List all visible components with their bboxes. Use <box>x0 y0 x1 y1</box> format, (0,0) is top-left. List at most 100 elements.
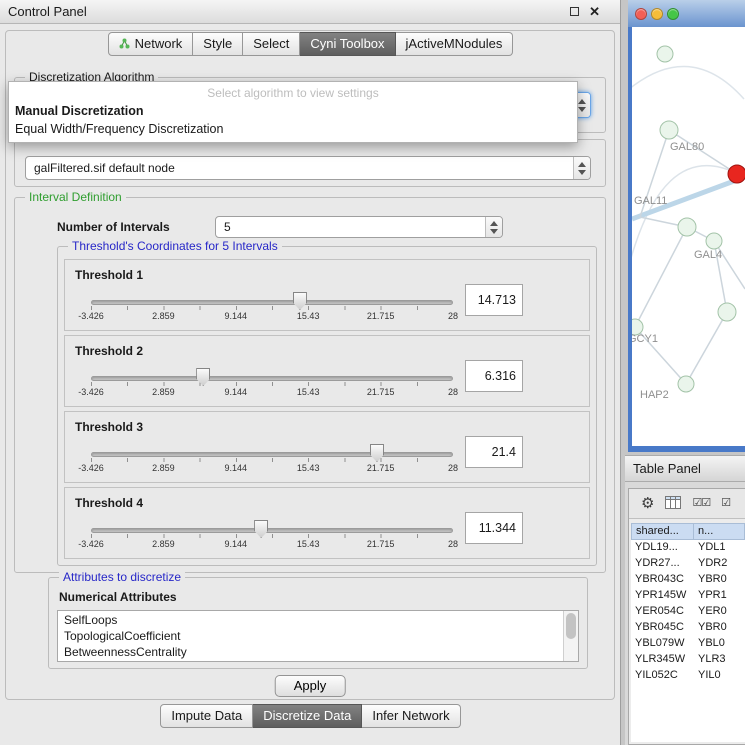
threshold-slider[interactable]: -3.4262.8599.14415.4321.71528 <box>91 440 453 480</box>
table-row[interactable]: YBR045C YBR0 <box>631 620 745 636</box>
combo-text: galFiltered.sif default node <box>26 161 573 175</box>
scale-label: 28 <box>448 463 458 473</box>
algorithm-option[interactable]: Equal Width/Frequency Discretization <box>9 120 577 138</box>
close-button[interactable] <box>635 8 647 20</box>
table-row[interactable]: YIL052C YIL0 <box>631 668 745 684</box>
network-node-selected[interactable] <box>728 165 745 183</box>
threshold-value: 21.4 <box>466 445 522 459</box>
close-button[interactable]: ✕ <box>589 5 600 18</box>
dropdown-placeholder: Select algorithm to view settings <box>9 82 577 102</box>
bottom-tab[interactable]: Discretize Data <box>253 704 362 728</box>
tab-label: Discretize Data <box>263 708 351 723</box>
network-node[interactable] <box>657 46 673 62</box>
threshold-value-field[interactable]: 14.713 <box>465 284 523 316</box>
threshold-slider[interactable]: -3.4262.8599.14415.4321.71528 <box>91 364 453 404</box>
network-node-label: GAL4 <box>694 249 722 261</box>
attribute-items: SelfLoopsTopologicalCoefficientBetweenne… <box>58 612 563 660</box>
combo-text: 5 <box>216 220 485 234</box>
table-cell-shared-name: YDL19... <box>631 540 694 556</box>
tab[interactable]: Network <box>108 32 194 56</box>
select-all-icon[interactable]: ☑☑ <box>692 498 710 509</box>
screen: Control Panel ✕ Network Style Select Cyn… <box>0 0 745 745</box>
threshold-value-field[interactable]: 6.316 <box>465 360 523 392</box>
tab-label: Infer Network <box>372 708 449 723</box>
tab[interactable]: Style <box>193 32 243 56</box>
threshold-slider[interactable]: -3.4262.8599.14415.4321.71528 <box>91 288 453 328</box>
network-node[interactable] <box>706 233 722 249</box>
tab[interactable]: Select <box>243 32 300 56</box>
combo-stepper[interactable] <box>573 157 590 179</box>
table-cell-name: YBR0 <box>694 572 745 588</box>
table-row[interactable]: YER054C YER0 <box>631 604 745 620</box>
table-cell-shared-name: YDR27... <box>631 556 694 572</box>
algorithm-option[interactable]: Manual Discretization <box>9 102 577 120</box>
table-row[interactable]: YLR345W YLR3 <box>631 652 745 668</box>
scale-label: 21.715 <box>367 463 395 473</box>
minimize-button[interactable] <box>651 8 663 20</box>
threshold-panel: Threshold 3 -3.4262.8599.14415.4321.7152… <box>64 411 590 483</box>
interval-definition-group: Interval Definition Number of Intervals … <box>14 197 606 573</box>
network-node[interactable] <box>718 303 736 321</box>
bottom-tab[interactable]: Impute Data <box>160 704 253 728</box>
numerical-attributes-list[interactable]: SelfLoopsTopologicalCoefficientBetweenne… <box>57 610 579 662</box>
scale-label: 2.859 <box>152 387 175 397</box>
number-of-intervals-combobox[interactable]: 5 <box>215 216 503 238</box>
scrollbar-thumb[interactable] <box>566 613 576 639</box>
control-panel-titlebar: Control Panel ✕ <box>0 0 620 24</box>
threshold-value-field[interactable]: 21.4 <box>465 436 523 468</box>
network-canvas[interactable]: GAL80 GAL11 GAL4 GCY1 HAP2 <box>632 27 745 446</box>
scale-label: 15.43 <box>297 463 320 473</box>
attribute-item[interactable]: TopologicalCoefficient <box>58 628 563 644</box>
combo-stepper[interactable] <box>485 217 502 237</box>
slider-track[interactable] <box>91 452 453 457</box>
slider-scale: -3.4262.8599.14415.4321.71528 <box>91 539 453 553</box>
columns-icon[interactable] <box>665 496 681 512</box>
chevron-down-icon <box>578 170 586 175</box>
table-row[interactable]: YPR145W YPR1 <box>631 588 745 604</box>
scale-label: 9.144 <box>225 463 248 473</box>
slider-track[interactable] <box>91 300 453 305</box>
table-row[interactable]: YBR043C YBR0 <box>631 572 745 588</box>
zoom-button[interactable] <box>667 8 679 20</box>
table-row[interactable]: YBL079W YBL0 <box>631 636 745 652</box>
tick-strip <box>91 534 453 538</box>
table-row[interactable]: YDR27... YDR2 <box>631 556 745 572</box>
network-edge <box>632 66 744 99</box>
scale-label: -3.426 <box>78 387 104 397</box>
threshold-slider[interactable]: -3.4262.8599.14415.4321.71528 <box>91 516 453 556</box>
table-cell-name: YIL0 <box>694 668 745 684</box>
table-toolbar: ⚙ ☑☑ ☑ <box>629 489 745 519</box>
bottom-tab[interactable]: Infer Network <box>362 704 460 728</box>
column-header-name[interactable]: n... <box>694 523 745 540</box>
chevron-down-icon <box>490 229 498 234</box>
network-node[interactable] <box>678 218 696 236</box>
window-title: Control Panel <box>8 4 560 19</box>
select-column-icon[interactable]: ☑ <box>721 498 730 509</box>
tab[interactable]: jActiveMNodules <box>396 32 514 56</box>
scale-label: 21.715 <box>367 539 395 549</box>
table-row[interactable]: YDL19... YDL1 <box>631 540 745 556</box>
scale-label: 28 <box>448 311 458 321</box>
threshold-value: 14.713 <box>466 293 522 307</box>
attribute-item[interactable]: SelfLoops <box>58 612 563 628</box>
column-header-shared-name[interactable]: shared... <box>631 523 694 540</box>
table-cell-name: YBR0 <box>694 620 745 636</box>
table-cell-name: YER0 <box>694 604 745 620</box>
slider-track[interactable] <box>91 528 453 533</box>
network-icon <box>119 38 130 49</box>
threshold-value-field[interactable]: 11.344 <box>465 512 523 544</box>
network-node[interactable] <box>660 121 678 139</box>
list-scrollbar[interactable] <box>563 611 578 661</box>
tab[interactable]: Cyni Toolbox <box>300 32 395 56</box>
table-panel-body: ⚙ ☑☑ ☑ shared... n... YDL19... YDL1 YDR2… <box>628 488 745 745</box>
gear-icon[interactable]: ⚙ <box>641 496 654 511</box>
float-button[interactable] <box>570 5 579 18</box>
network-node[interactable] <box>678 376 694 392</box>
attribute-item[interactable]: BetweennessCentrality <box>58 644 563 660</box>
slider-track[interactable] <box>91 376 453 381</box>
threshold-label: Threshold 3 <box>75 420 143 434</box>
table-cell-name: YPR1 <box>694 588 745 604</box>
threshold-panel: Threshold 4 -3.4262.8599.14415.4321.7152… <box>64 487 590 559</box>
table-data-combobox[interactable]: galFiltered.sif default node <box>25 156 591 180</box>
apply-button[interactable]: Apply <box>275 675 346 697</box>
